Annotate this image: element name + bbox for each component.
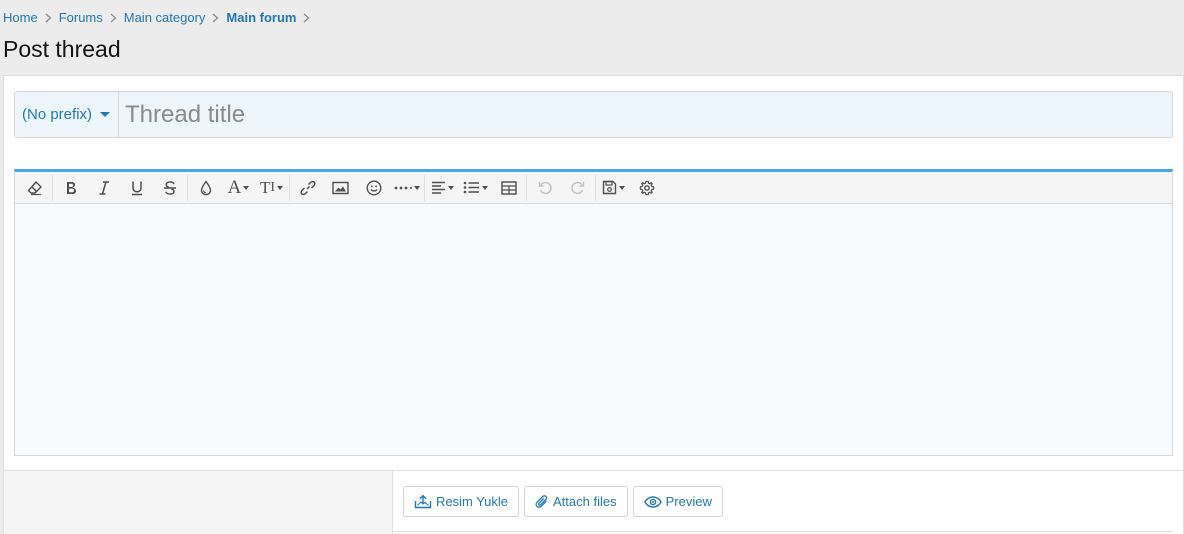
bold-icon[interactable] — [54, 174, 87, 202]
form-footer-label-column — [4, 471, 393, 534]
preview-label: Preview — [665, 494, 712, 509]
breadcrumb-main-forum[interactable]: Main forum — [226, 10, 296, 25]
editor-content-area[interactable] — [15, 204, 1172, 455]
remove-format-icon[interactable] — [18, 174, 51, 202]
underline-icon[interactable] — [120, 174, 153, 202]
font-size-icon[interactable]: TI — [255, 174, 288, 202]
toolbar-divider — [424, 174, 425, 201]
post-thread-form: (No prefix) Thread title A T I Resim Yuk… — [3, 75, 1184, 534]
page-title: Post thread — [3, 36, 121, 62]
emoji-icon[interactable] — [357, 174, 390, 202]
thread-title-input[interactable] — [119, 92, 1172, 137]
eye-icon — [643, 495, 662, 508]
toolbar-divider — [526, 174, 527, 201]
text-color-icon[interactable] — [189, 174, 222, 202]
rich-text-editor: A TI — [14, 169, 1173, 456]
attach-files-button[interactable]: Attach files — [524, 486, 628, 517]
chevron-right-icon — [303, 13, 310, 23]
breadcrumb: Home Forums Main category Main forum — [3, 10, 317, 25]
toolbar-divider — [187, 174, 188, 201]
prefix-label: (No prefix) — [22, 106, 93, 123]
caret-down-icon — [100, 112, 111, 117]
redo-icon[interactable] — [561, 174, 594, 202]
prefix-dropdown[interactable]: (No prefix) — [15, 92, 120, 137]
align-icon[interactable] — [426, 174, 459, 202]
more-options-icon[interactable] — [390, 174, 423, 202]
font-family-icon[interactable]: A — [222, 174, 255, 202]
chevron-right-icon — [45, 13, 52, 23]
upload-image-button[interactable]: Resim Yukle — [403, 486, 520, 517]
drafts-icon[interactable] — [597, 174, 630, 202]
insert-link-icon[interactable] — [291, 174, 324, 202]
insert-image-icon[interactable] — [324, 174, 357, 202]
attach-files-label: Attach files — [553, 494, 617, 509]
upload-icon — [414, 494, 432, 509]
italic-icon[interactable] — [87, 174, 120, 202]
chevron-right-icon — [212, 13, 219, 23]
breadcrumb-main-category[interactable]: Main category — [124, 10, 206, 25]
strikethrough-icon[interactable] — [153, 174, 186, 202]
form-footer-bottom-divider — [393, 531, 1173, 532]
paperclip-icon — [535, 494, 548, 508]
editor-toolbar: A TI — [15, 172, 1172, 204]
breadcrumb-home[interactable]: Home — [3, 10, 38, 25]
thread-title-row: (No prefix) — [14, 91, 1173, 138]
settings-icon[interactable] — [630, 174, 663, 202]
preview-button[interactable]: Preview — [632, 486, 723, 517]
chevron-right-icon — [110, 13, 117, 23]
list-icon[interactable] — [459, 174, 492, 202]
table-icon[interactable] — [492, 174, 525, 202]
toolbar-divider — [52, 174, 53, 201]
toolbar-divider — [289, 174, 290, 201]
form-footer-buttons: Resim Yukle Attach files Preview — [403, 486, 723, 517]
toolbar-divider — [595, 174, 596, 201]
breadcrumb-forums[interactable]: Forums — [59, 10, 103, 25]
undo-icon[interactable] — [528, 174, 561, 202]
upload-image-label: Resim Yukle — [436, 494, 509, 509]
